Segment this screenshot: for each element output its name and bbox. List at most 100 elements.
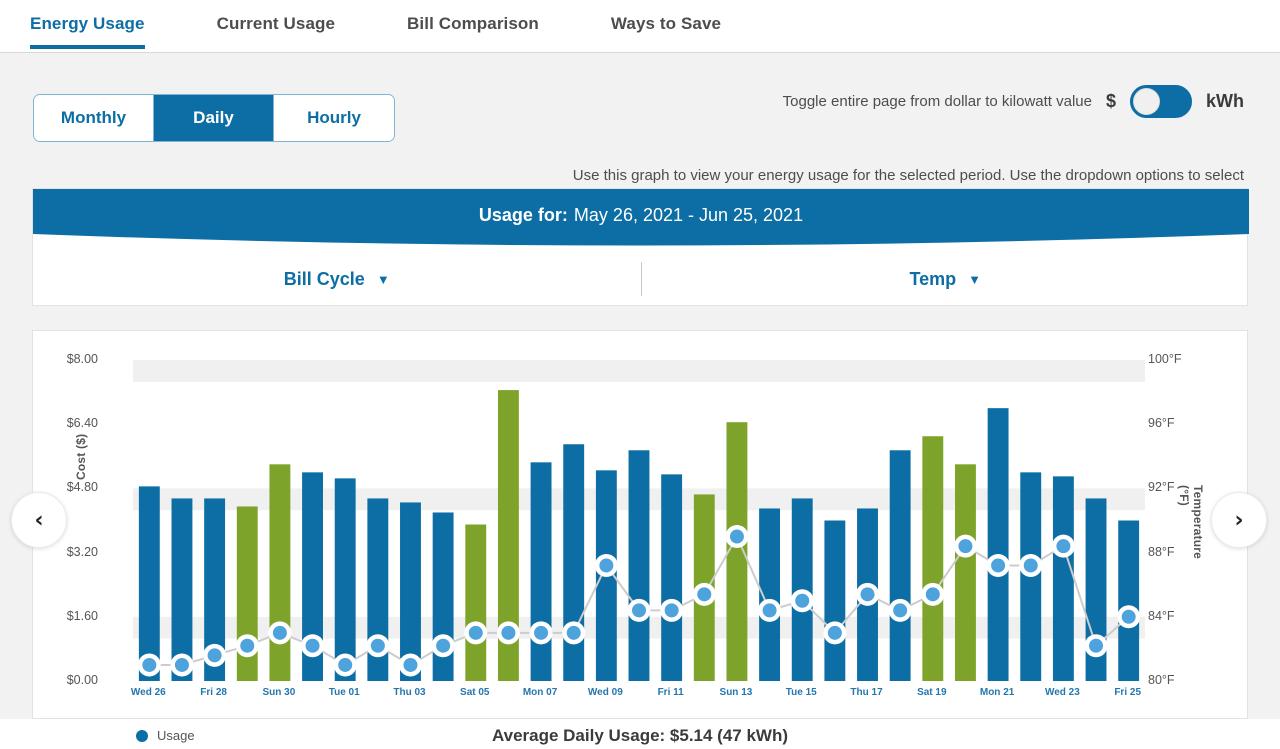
tab-current-usage[interactable]: Current Usage [217,0,335,49]
period-option-monthly[interactable]: Monthly [34,95,154,141]
usage-period-card: Usage for: May 26, 2021 - Jun 25, 2021 B… [32,188,1249,307]
prev-period-button[interactable]: ‹ [11,492,67,548]
y-axis-tick: $6.40 [66,416,98,431]
temperature-marker [762,603,777,618]
temperature-marker [142,657,157,672]
x-axis-tick: Mon 07 [522,687,558,698]
temperature-marker [305,638,320,653]
dropdown-row: Bill Cycle ▼ Temp ▼ [33,251,1249,307]
usage-bar [661,474,683,681]
temperature-marker [370,638,385,653]
temperature-marker [338,657,353,672]
temperature-marker [893,603,908,618]
x-axis-tick: Sat 19 [917,687,947,698]
y2-axis-tick: 92°F [1148,480,1175,495]
usage-bar [987,408,1009,681]
top-tab-bar: Energy Usage Current Usage Bill Comparis… [0,0,1280,53]
usage-bar [628,450,650,681]
dropdown-bill-cycle-label: Bill Cycle [283,268,365,289]
dropdown-temp[interactable]: Temp ▼ [642,269,1250,290]
temperature-marker [860,587,875,602]
temperature-marker [468,625,483,640]
temperature-marker [729,529,744,544]
period-option-daily[interactable]: Daily [154,95,274,141]
usage-bar [334,478,356,681]
temperature-marker [925,587,940,602]
temperature-marker [632,603,646,618]
unit-toggle-row: Toggle entire page from dollar to kilowa… [783,85,1244,118]
toggle-knob [1133,88,1160,115]
temperature-marker [501,625,516,640]
chevron-down-icon: ▼ [376,271,390,287]
x-axis-tick: Thu 17 [850,687,883,698]
tab-energy-usage[interactable]: Energy Usage [30,0,145,49]
usage-banner-prefix: Usage for: [478,204,568,225]
temperature-marker [566,625,581,640]
chevron-left-icon: ‹ [34,507,44,533]
x-axis-tick: Wed 09 [587,687,623,698]
x-axis-tick: Thu 03 [393,687,426,698]
usage-bar [922,436,944,681]
y-axis-label: Cost ($) [74,433,88,480]
period-option-hourly[interactable]: Hourly [274,95,394,141]
usage-bar [530,462,552,681]
temperature-marker [991,558,1006,573]
tab-list: Energy Usage Current Usage Bill Comparis… [30,0,793,49]
x-axis-tick: Fri 28 [200,687,227,698]
controls-row: Monthly Daily Hourly Toggle entire page … [0,53,1280,205]
temperature-marker [599,558,614,573]
y2-axis-tick: 80°F [1148,673,1175,687]
x-axis-tick: Sun 13 [719,687,753,698]
usage-bar-chart [133,360,1145,681]
usage-bar [465,524,487,681]
usage-bar [824,520,846,681]
y2-axis-tick: 88°F [1148,544,1175,559]
temperature-marker [174,657,189,672]
temperature-marker [958,539,973,554]
x-axis-tick: Fri 25 [1114,687,1142,698]
y2-axis-tick: 84°F [1148,608,1175,623]
energy-chart-card [32,330,1248,719]
unit-toggle-switch[interactable] [1130,85,1192,118]
temperature-marker [534,625,549,640]
y2-axis-tick: 96°F [1148,416,1175,431]
x-axis-tick: Wed 26 [130,687,166,698]
chevron-down-icon: ▼ [968,271,982,287]
tab-bill-comparison[interactable]: Bill Comparison [407,0,539,49]
dropdown-temp-label: Temp [909,268,957,289]
x-axis-tick: Tue 01 [328,687,360,698]
x-axis-tick: Sat 05 [460,687,490,698]
temperature-marker [697,587,712,602]
chevron-right-icon: › [1234,507,1244,533]
temperature-marker [664,603,679,618]
x-axis-tick: Mon 21 [979,687,1015,698]
temperature-marker [1121,609,1136,624]
usage-bar [1118,520,1140,681]
x-axis-tick: Sun 30 [262,687,296,698]
usage-bar [138,486,160,681]
unit-toggle-dollar-label: $ [1105,91,1116,111]
x-axis-tick: Fri 11 [657,687,684,698]
next-period-button[interactable]: › [1211,492,1267,548]
usage-bar [563,444,585,681]
dropdown-bill-cycle[interactable]: Bill Cycle ▼ [33,269,641,290]
temperature-marker [436,638,451,653]
y-axis-tick: $0.00 [66,673,98,687]
usage-banner: Usage for: May 26, 2021 - Jun 25, 2021 [33,189,1249,251]
usage-banner-text: Usage for: May 26, 2021 - Jun 25, 2021 [33,189,1249,241]
temperature-marker [403,657,418,672]
temperature-marker [827,625,842,640]
temperature-marker [795,593,810,608]
temperature-marker [207,648,222,663]
x-axis-tick: Wed 23 [1044,687,1080,698]
temperature-marker [1023,558,1038,573]
usage-bar [889,450,911,681]
usage-bar [955,464,976,681]
temperature-marker [240,638,255,653]
y-axis-tick: $1.60 [66,608,98,623]
temperature-marker [1056,539,1071,554]
y2-axis-tick: 100°F [1148,352,1182,366]
tab-ways-to-save[interactable]: Ways to Save [611,0,721,49]
temperature-marker [272,625,287,640]
unit-toggle-kwh-label: kWh [1206,91,1244,111]
